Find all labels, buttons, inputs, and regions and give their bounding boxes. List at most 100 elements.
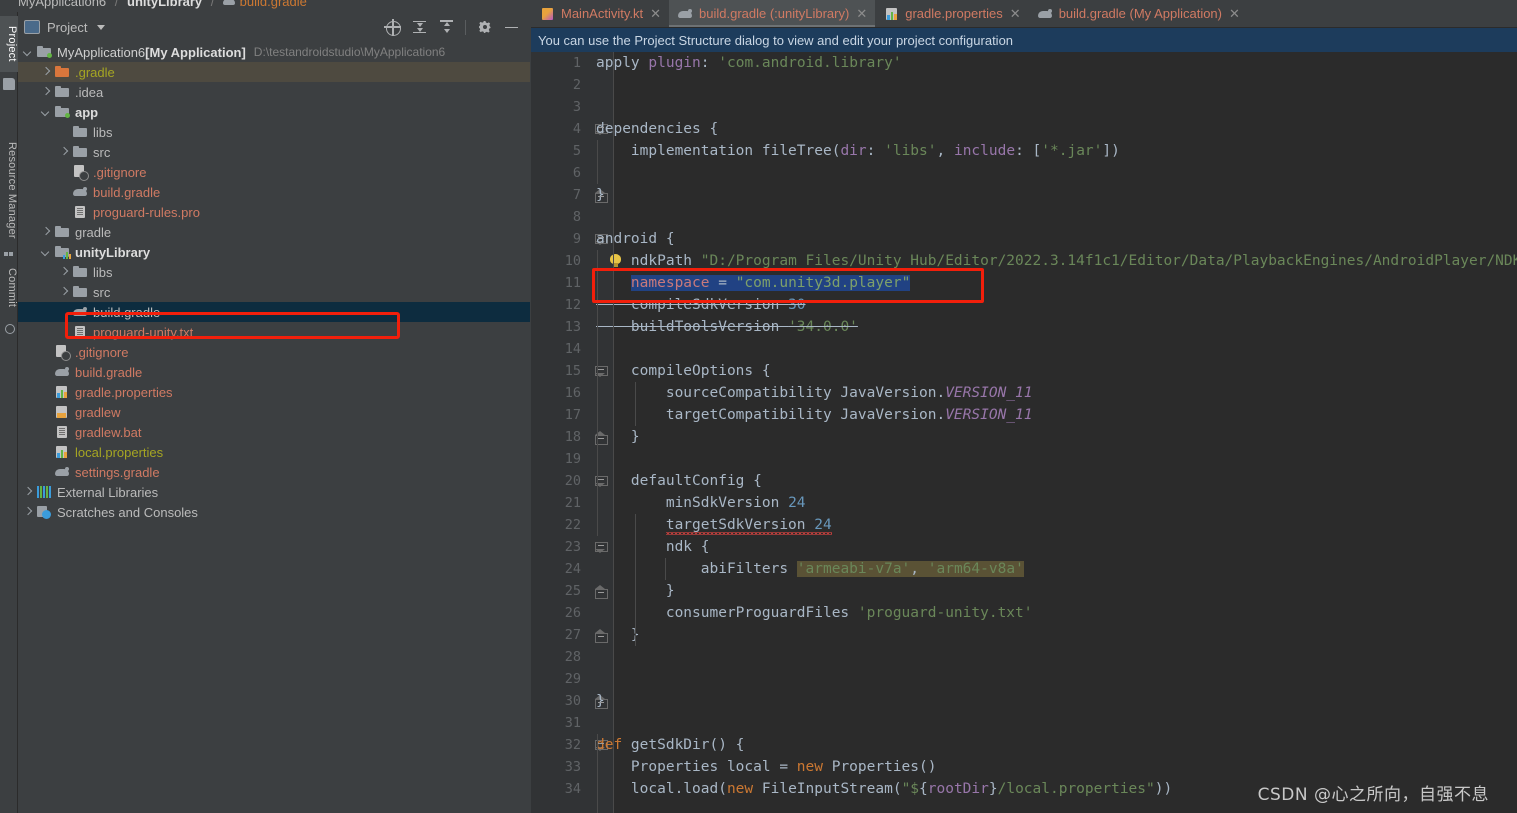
chevron-right-icon[interactable] (22, 487, 32, 497)
code-line-30[interactable]: 30} (531, 690, 1517, 712)
gear-icon[interactable] (476, 19, 493, 36)
tree-item-external-libraries[interactable]: External Libraries (18, 482, 530, 502)
tree-item-app[interactable]: app (18, 102, 530, 122)
tree-item-gradle[interactable]: gradle (18, 222, 530, 242)
tree-item-gitignore[interactable]: .gitignore (18, 162, 530, 182)
tree-item-gradlew[interactable]: gradlew (18, 402, 530, 422)
code-line-15[interactable]: 15 compileOptions { (531, 360, 1517, 382)
tree-item-local-properties[interactable]: local.properties (18, 442, 530, 462)
code-line-11[interactable]: 11 namespace = "com.unity3d.player" (531, 272, 1517, 294)
chevron-right-icon[interactable] (40, 67, 50, 77)
tree-item-label: app (75, 104, 99, 120)
tree-item-myapplication6[interactable]: MyApplication6 [My Application] D:\testan… (18, 42, 530, 62)
code-line-22[interactable]: 22 targetSdkVersion 24 (531, 514, 1517, 536)
line-number: 24 (564, 561, 581, 577)
code-line-3[interactable]: 3 (531, 96, 1517, 118)
expand-all-icon[interactable] (411, 19, 428, 36)
code-line-12[interactable]: 12 compileSdkVersion 30 (531, 294, 1517, 316)
chevron-right-icon[interactable] (58, 267, 68, 277)
code-line-25[interactable]: 25 } (531, 580, 1517, 602)
code-line-20[interactable]: 20 defaultConfig { (531, 470, 1517, 492)
chevron-right-icon[interactable] (22, 507, 32, 517)
breadcrumb-file[interactable]: build.gradle (240, 0, 307, 9)
chevron-down-icon[interactable] (22, 47, 32, 57)
code-line-14[interactable]: 14 (531, 338, 1517, 360)
tool-tab-project[interactable]: Project (0, 16, 18, 72)
chevron-down-icon[interactable] (40, 107, 50, 117)
project-tree[interactable]: MyApplication6 [My Application] D:\testan… (18, 42, 530, 522)
tree-item-gitignore[interactable]: .gitignore (18, 342, 530, 362)
editor-tab-gradle-properties[interactable]: gradle.properties ✕ (875, 0, 1028, 27)
tree-item-src[interactable]: src (18, 142, 530, 162)
tree-item-libs[interactable]: libs (18, 262, 530, 282)
code-line-2[interactable]: 2 (531, 74, 1517, 96)
close-icon[interactable]: ✕ (649, 5, 662, 22)
close-icon[interactable]: ✕ (1228, 5, 1241, 22)
tree-item-src[interactable]: src (18, 282, 530, 302)
editor-tab-build-gradle-my-application[interactable]: build.gradle (My Application) ✕ (1029, 0, 1248, 27)
code-line-33[interactable]: 33 Properties local = new Properties() (531, 756, 1517, 778)
editor-tab-build-gradle-unitylibrary[interactable]: build.gradle (:unityLibrary) ✕ (669, 0, 876, 27)
notification-bar[interactable]: You can use the Project Structure dialog… (531, 28, 1517, 52)
code-line-16[interactable]: 16 sourceCompatibility JavaVersion.VERSI… (531, 382, 1517, 404)
code-line-29[interactable]: 29 (531, 668, 1517, 690)
tool-tab-commit[interactable]: Commit (0, 256, 18, 320)
folder-icon[interactable] (3, 78, 15, 90)
chevron-right-icon[interactable] (40, 227, 50, 237)
chevron-down-icon[interactable] (40, 247, 50, 257)
code-line-9[interactable]: 9 android { (531, 228, 1517, 250)
code-line-6[interactable]: 6 (531, 162, 1517, 184)
minimize-icon[interactable] (503, 19, 520, 36)
tree-item-build-gradle[interactable]: build.gradle (18, 302, 530, 322)
tree-item-scratches-and-consoles[interactable]: Scratches and Consoles (18, 502, 530, 522)
commit-icon[interactable] (3, 322, 15, 334)
code-line-19[interactable]: 19 (531, 448, 1517, 470)
code-line-31[interactable]: 31 (531, 712, 1517, 734)
tool-tab-resource-manager[interactable]: Resource Manager (0, 132, 18, 248)
code-line-18[interactable]: 18 } (531, 426, 1517, 448)
chevron-right-icon[interactable] (58, 147, 68, 157)
tree-item-build-gradle[interactable]: build.gradle (18, 362, 530, 382)
chevron-down-icon[interactable] (97, 24, 106, 30)
code-line-32[interactable]: 32 def getSdkDir() { (531, 734, 1517, 756)
tree-item-build-gradle[interactable]: build.gradle (18, 182, 530, 202)
tree-item-idea[interactable]: .idea (18, 82, 530, 102)
code-line-8[interactable]: 8 (531, 206, 1517, 228)
chevron-right-icon[interactable] (40, 87, 50, 97)
code-line-5[interactable]: 5 implementation fileTree(dir: 'libs', i… (531, 140, 1517, 162)
editor-tab-bar[interactable]: MainActivity.kt ✕ build.gradle (:unityLibr… (531, 0, 1517, 28)
code-line-17[interactable]: 17 targetCompatibility JavaVersion.VERSI… (531, 404, 1517, 426)
tree-item-libs[interactable]: libs (18, 122, 530, 142)
code-line-10[interactable]: 10 ndkPath "D:/Program Files/Unity Hub/E… (531, 250, 1517, 272)
line-number: 10 (564, 253, 581, 269)
tree-item-gradlew-bat[interactable]: gradlew.bat (18, 422, 530, 442)
tree-item-unitylibrary[interactable]: unityLibrary (18, 242, 530, 262)
code-line-21[interactable]: 21 minSdkVersion 24 (531, 492, 1517, 514)
code-editor[interactable]: 1 apply plugin: 'com.android.library' 2 3 4 d… (531, 52, 1517, 813)
code-line-4[interactable]: 4 dependencies { (531, 118, 1517, 140)
editor-tab-mainactivity-kt[interactable]: MainActivity.kt ✕ (531, 0, 669, 27)
collapse-all-icon[interactable] (438, 19, 455, 36)
tree-item-label: build.gradle (93, 184, 161, 200)
chevron-right-icon[interactable] (58, 287, 68, 297)
tree-item-gradle[interactable]: .gradle (18, 62, 530, 82)
code-line-27[interactable]: 27 } (531, 624, 1517, 646)
code-line-26[interactable]: 26 consumerProguardFiles 'proguard-unity… (531, 602, 1517, 624)
code-line-28[interactable]: 28 (531, 646, 1517, 668)
tree-item-gradle-properties[interactable]: gradle.properties (18, 382, 530, 402)
code-line-1[interactable]: 1 apply plugin: 'com.android.library' (531, 52, 1517, 74)
tree-item-proguard-unity-txt[interactable]: proguard-unity.txt (18, 322, 530, 342)
code-line-7[interactable]: 7} (531, 184, 1517, 206)
locate-icon[interactable] (384, 18, 401, 36)
line-number: 5 (572, 143, 581, 159)
code-line-24[interactable]: 24 abiFilters 'armeabi-v7a', 'arm64-v8a' (531, 558, 1517, 580)
close-icon[interactable]: ✕ (855, 5, 868, 22)
code-lines[interactable]: 1 apply plugin: 'com.android.library' 2 3 4 d… (531, 52, 1517, 800)
breadcrumb-module[interactable]: unityLibrary (127, 0, 202, 9)
code-line-23[interactable]: 23 ndk { (531, 536, 1517, 558)
code-line-13[interactable]: 13 buildToolsVersion '34.0.0' (531, 316, 1517, 338)
tree-item-settings-gradle[interactable]: settings.gradle (18, 462, 530, 482)
close-icon[interactable]: ✕ (1009, 5, 1022, 22)
breadcrumb-project[interactable]: MyApplication6 (18, 0, 106, 9)
tree-item-proguard-rules-pro[interactable]: proguard-rules.pro (18, 202, 530, 222)
